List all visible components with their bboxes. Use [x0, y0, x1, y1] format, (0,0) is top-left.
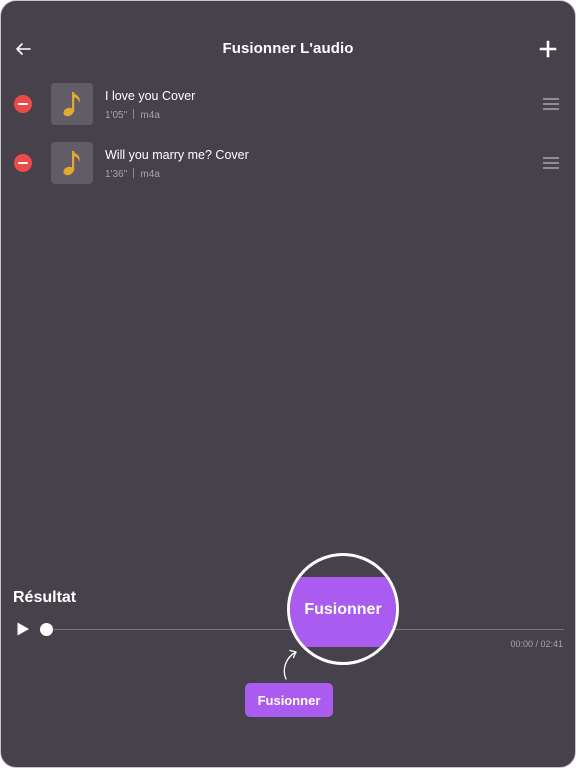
track-format: m4a — [140, 110, 160, 121]
track-name: Will you marry me? Cover — [105, 148, 249, 162]
merge-button-zoomed-label: Fusionner — [304, 601, 382, 618]
plus-icon — [539, 40, 557, 58]
header: Fusionner L'audio — [1, 31, 575, 67]
music-note-icon — [63, 151, 80, 176]
merge-button[interactable]: Fusionner — [245, 683, 333, 717]
add-track-button[interactable] — [538, 39, 558, 59]
track-thumbnail — [51, 142, 93, 184]
drag-handle[interactable] — [542, 156, 560, 170]
track-thumbnail — [51, 83, 93, 125]
remove-track-button[interactable] — [14, 95, 32, 113]
time-readout: 00:00 / 02:41 — [510, 639, 563, 649]
drag-handle-icon — [543, 157, 559, 169]
track-row: Will you marry me? Cover 1'36'' m4a — [1, 141, 575, 185]
page-title: Fusionner L'audio — [222, 40, 354, 57]
curved-arrow-icon — [283, 649, 297, 680]
track-duration: 1'36'' — [105, 169, 128, 180]
track-meta: 1'05'' m4a — [105, 109, 160, 121]
play-icon — [17, 622, 29, 636]
play-button[interactable] — [15, 621, 31, 637]
merge-button-label: Fusionner — [257, 693, 321, 708]
track-format: m4a — [140, 169, 160, 180]
drag-handle-icon — [543, 98, 559, 110]
remove-track-button[interactable] — [14, 154, 32, 172]
app-window: Fusionner L'audio I love you Cover 1'05'… — [0, 0, 576, 768]
meta-separator — [133, 109, 135, 119]
music-note-icon — [63, 92, 80, 117]
track-name: I love you Cover — [105, 89, 196, 103]
meta-separator — [133, 168, 135, 178]
track-meta: 1'36'' m4a — [105, 168, 160, 180]
track-duration: 1'05'' — [105, 110, 128, 121]
progress-knob[interactable] — [39, 622, 53, 636]
drag-handle[interactable] — [542, 97, 560, 111]
track-row: I love you Cover 1'05'' m4a — [1, 82, 575, 126]
merge-button-zoomed[interactable]: Fusionner — [290, 577, 396, 647]
result-title: Résultat — [13, 589, 77, 606]
